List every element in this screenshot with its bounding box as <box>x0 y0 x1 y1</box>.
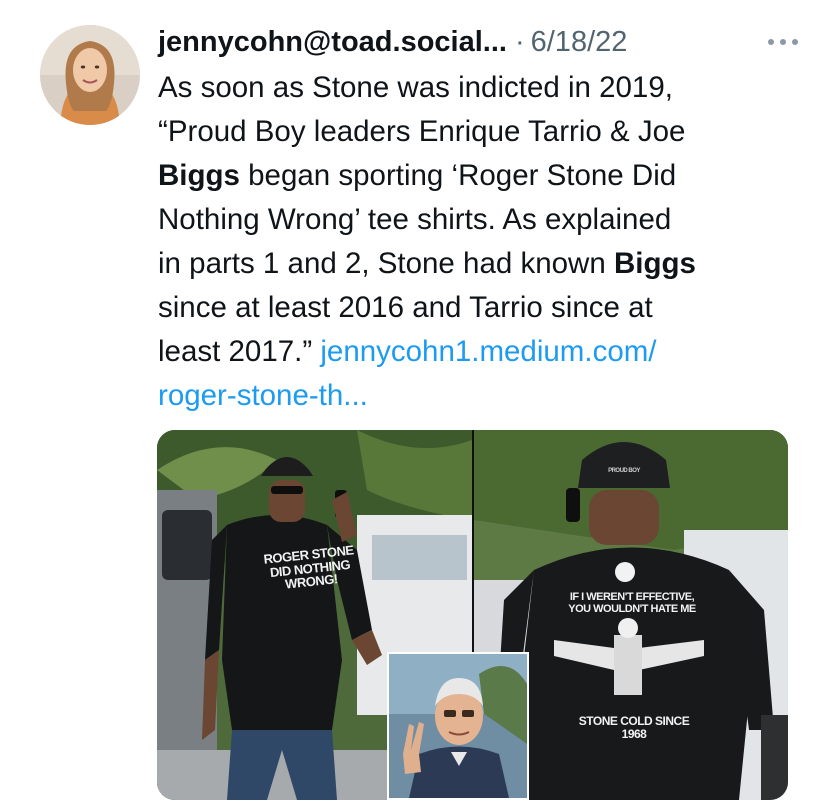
photo-inset-image <box>389 654 527 798</box>
avatar-image <box>40 25 140 125</box>
tweet-text-line: least 2017.” jennycohn1.medium.com/ <box>158 330 778 374</box>
header-separator: · <box>514 25 525 58</box>
bold-name: Biggs <box>613 247 696 280</box>
right-shirt-top-text: IF I WEREN'T EFFECTIVE, YOU WOULDN'T HAT… <box>562 591 702 615</box>
tweet-header: jennycohn@toad.social... · 6/18/22 <box>158 22 808 62</box>
right-shirt-bottom-text: STONE COLD SINCE 1968 <box>578 714 690 741</box>
tweet-text-line: Nothing Wrong’ tee shirts. As explained <box>158 203 672 236</box>
tweet-text-line: roger-stone-th... <box>158 374 778 418</box>
photo-inset[interactable] <box>387 652 529 800</box>
tweet-text-segment: began sporting ‘Roger Stone Did <box>239 159 677 192</box>
right-shirt-line: IF I WEREN'T EFFECTIVE, <box>569 591 695 603</box>
author-name[interactable]: jennycohn@toad.social... <box>158 26 507 59</box>
right-cap-text: PROUD BOY <box>608 468 640 474</box>
tweet-media[interactable]: ROGER STONE DID NOTHING WRONG! PROUD BOY <box>157 430 788 800</box>
tweet-text-segment: least 2017.” <box>158 335 321 368</box>
article-link-continued[interactable]: roger-stone-th... <box>158 379 368 412</box>
tweet-text-line: Biggs began sporting ‘Roger Stone Did <box>158 154 778 198</box>
tweet-date[interactable]: 6/18/22 <box>531 26 628 59</box>
tweet-text-line: in parts 1 and 2, Stone had known Biggs <box>158 242 778 286</box>
article-link[interactable]: jennycohn1.medium.com/ <box>320 335 656 368</box>
tweet-text-line: As soon as Stone was indicted in 2019, <box>158 71 673 104</box>
right-shirt-line: YOU WOULDN'T HATE ME <box>568 602 696 615</box>
tweet-text-line: since at least 2016 and Tarrio since at <box>158 291 653 324</box>
more-horizontal-icon[interactable] <box>758 28 808 56</box>
author-avatar[interactable] <box>40 25 140 125</box>
tweet-text-segment: in parts 1 and 2, Stone had known <box>158 247 614 280</box>
tweet-text: As soon as Stone was indicted in 2019, “… <box>158 66 778 418</box>
tweet-text-line: “Proud Boy leaders Enrique Tarrio & Joe <box>158 115 686 148</box>
bold-name: Biggs <box>158 159 240 192</box>
